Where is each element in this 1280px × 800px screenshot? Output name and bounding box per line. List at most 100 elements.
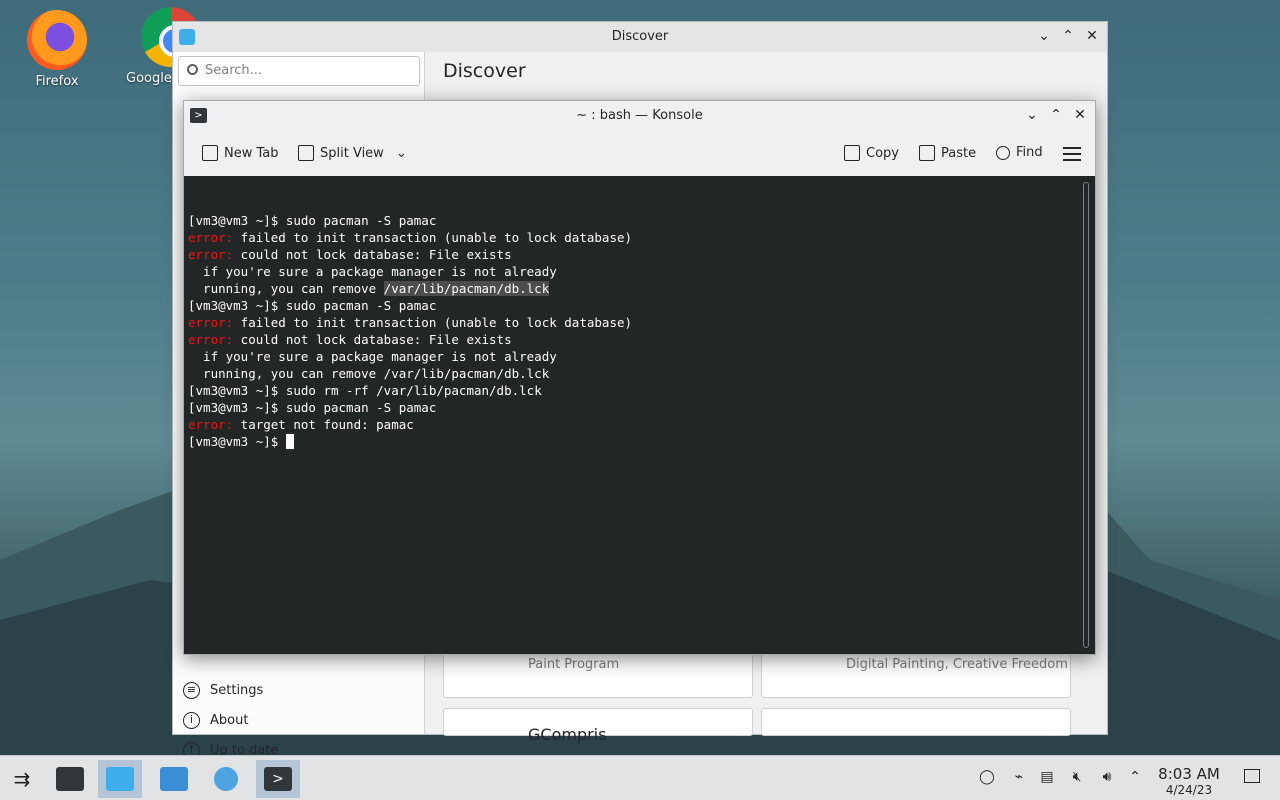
speaker-icon[interactable]: 🔊︎ xyxy=(1098,769,1116,787)
taskbar-file-manager[interactable] xyxy=(152,760,196,798)
sidebar-item-label: Settings xyxy=(210,683,264,698)
copy-label: Copy xyxy=(866,145,899,161)
terminal-line: error: could not lock database: File exi… xyxy=(188,331,1091,348)
terminal-text: could not lock database: File exists xyxy=(233,332,512,347)
chevron-up-icon[interactable]: ⌃ xyxy=(1049,107,1063,123)
terminal-line: [vm3@vm3 ~]$ sudo pacman -S pamac xyxy=(188,212,1091,229)
app-card[interactable] xyxy=(761,708,1071,736)
terminal-text: if you're sure a package manager is not … xyxy=(188,264,557,279)
selected-text: /var/lib/pacman/db.lck xyxy=(383,281,550,296)
launcher-icon: ⇉ xyxy=(13,767,31,791)
scrollbar[interactable] xyxy=(1083,182,1089,648)
error-label: error: xyxy=(188,230,234,245)
terminal-text: sudo pacman -S pamac xyxy=(285,213,437,228)
chevron-up-icon[interactable]: ⌃ xyxy=(1061,28,1075,44)
find-label: Find xyxy=(1016,145,1043,160)
terminal-text: target not found: pamac xyxy=(233,417,414,432)
taskbar-konsole[interactable]: > xyxy=(256,760,300,798)
split-view-icon xyxy=(298,145,314,161)
show-desktop-icon[interactable] xyxy=(1244,769,1260,783)
network-icon[interactable]: ⌁ xyxy=(1010,769,1028,787)
firefox-icon xyxy=(27,10,87,70)
terminal-line: error: target not found: pamac xyxy=(188,416,1091,433)
terminal-text: failed to init transaction (unable to lo… xyxy=(233,315,633,330)
terminal-prompt: [vm3@vm3 ~]$ xyxy=(188,434,286,449)
terminal-line: if you're sure a package manager is not … xyxy=(188,348,1091,365)
terminal-prompt: [vm3@vm3 ~]$ xyxy=(188,213,286,228)
terminal-line: error: could not lock database: File exi… xyxy=(188,246,1091,263)
terminal-line: [vm3@vm3 ~]$ sudo pacman -S pamac xyxy=(188,399,1091,416)
konsole-window[interactable]: > ~ : bash — Konsole ⌄ ⌃ ✕ New Tab Split… xyxy=(183,100,1096,655)
search-icon xyxy=(996,145,1010,160)
search-icon xyxy=(187,64,198,75)
terminal-line: [vm3@vm3 ~]$ xyxy=(188,433,1091,450)
terminal-line: if you're sure a package manager is not … xyxy=(188,263,1091,280)
discover-icon xyxy=(106,767,134,791)
taskbar-discover[interactable] xyxy=(98,760,142,798)
paste-button[interactable]: Paste xyxy=(919,145,976,161)
terminal-text: failed to init transaction (unable to lo… xyxy=(233,230,633,245)
terminal-text: sudo pacman -S pamac xyxy=(285,400,437,415)
terminal-text: sudo pacman -S pamac xyxy=(285,298,437,313)
clock-date: 4/24/23 xyxy=(1165,783,1213,797)
new-tab-button[interactable]: New Tab xyxy=(202,145,279,161)
hamburger-menu-icon[interactable] xyxy=(1063,147,1081,165)
taskbar-browser[interactable] xyxy=(204,760,248,798)
split-view-button[interactable]: Split View ⌄ xyxy=(298,145,407,161)
close-icon[interactable]: ✕ xyxy=(1073,107,1087,123)
desktop-icon-firefox[interactable]: Firefox xyxy=(12,10,102,89)
error-label: error: xyxy=(188,247,234,262)
app-card-name: GCompris xyxy=(528,725,607,744)
app-card[interactable]: GCompris xyxy=(443,708,753,744)
terminal-line: running, you can remove /var/lib/pacman/… xyxy=(188,365,1091,382)
terminal-prompt: [vm3@vm3 ~]$ xyxy=(188,383,286,398)
muted-speaker-icon[interactable]: 🔇︎ xyxy=(1068,769,1086,787)
terminal-text: if you're sure a package manager is not … xyxy=(188,349,557,364)
globe-icon xyxy=(214,767,238,791)
copy-button[interactable]: Copy xyxy=(844,145,899,161)
terminal-line: error: failed to init transaction (unabl… xyxy=(188,314,1091,331)
info-icon: i xyxy=(183,712,200,729)
discover-titlebar[interactable]: Discover ⌄ ⌃ ✕ xyxy=(173,22,1107,52)
copy-icon xyxy=(844,145,860,161)
clipboard-icon[interactable]: ▤ xyxy=(1038,769,1056,787)
paste-icon xyxy=(919,145,935,161)
chevron-down-icon[interactable]: ⌄ xyxy=(1025,107,1039,123)
terminal-line: [vm3@vm3 ~]$ sudo rm -rf /var/lib/pacman… xyxy=(188,382,1091,399)
text-cursor xyxy=(285,434,294,449)
terminal-output[interactable]: [vm3@vm3 ~]$ sudo pacman -S pamac error: … xyxy=(184,176,1095,654)
search-placeholder: Search... xyxy=(205,63,263,78)
find-button[interactable]: Find xyxy=(996,145,1043,160)
search-input[interactable]: Search... xyxy=(178,56,420,86)
konsole-toolbar: New Tab Split View ⌄ Copy Paste Find xyxy=(184,131,1095,176)
app-launcher-button[interactable]: ⇉ xyxy=(0,760,44,798)
sidebar-item-label: About xyxy=(210,713,249,728)
terminal-prompt: [vm3@vm3 ~]$ xyxy=(188,298,286,313)
konsole-titlebar[interactable]: > ~ : bash — Konsole ⌄ ⌃ ✕ xyxy=(184,101,1095,131)
app-card-description: Paint Program xyxy=(528,657,620,672)
user-icon[interactable]: ◯ xyxy=(978,769,996,787)
terminal-prompt: [vm3@vm3 ~]$ xyxy=(188,400,286,415)
split-view-label: Split View xyxy=(320,145,384,161)
error-label: error: xyxy=(188,332,234,347)
terminal-icon: > xyxy=(264,767,292,791)
close-icon[interactable]: ✕ xyxy=(1085,28,1099,44)
terminal-text: could not lock database: File exists xyxy=(233,247,512,262)
discover-window-title: Discover xyxy=(611,29,669,44)
page-title: Discover xyxy=(443,60,526,82)
terminal-line: running, you can remove /var/lib/pacman/… xyxy=(188,280,1091,297)
sidebar-item-settings[interactable]: ≡ Settings xyxy=(183,682,263,699)
taskbar-system-settings[interactable] xyxy=(48,760,92,798)
clock[interactable]: 8:03 AM 4/24/23 xyxy=(1150,765,1228,797)
new-tab-label: New Tab xyxy=(224,145,279,161)
terminal-line: [vm3@vm3 ~]$ sudo pacman -S pamac xyxy=(188,297,1091,314)
paste-label: Paste xyxy=(941,145,977,161)
sidebar-item-about[interactable]: i About xyxy=(183,712,248,729)
chevron-down-icon: ⌄ xyxy=(395,145,407,161)
settings-icon: ≡ xyxy=(183,682,200,699)
taskbar: ⇉ > ◯ ⌁ ▤ 🔇︎ 🔊︎ ⌃ 8:03 AM 4/24/23 xyxy=(0,755,1280,800)
konsole-window-title: ~ : bash — Konsole xyxy=(576,108,703,123)
chevron-down-icon[interactable]: ⌄ xyxy=(1037,28,1051,44)
new-tab-icon xyxy=(202,145,218,161)
chevron-up-icon[interactable]: ⌃ xyxy=(1126,769,1144,787)
